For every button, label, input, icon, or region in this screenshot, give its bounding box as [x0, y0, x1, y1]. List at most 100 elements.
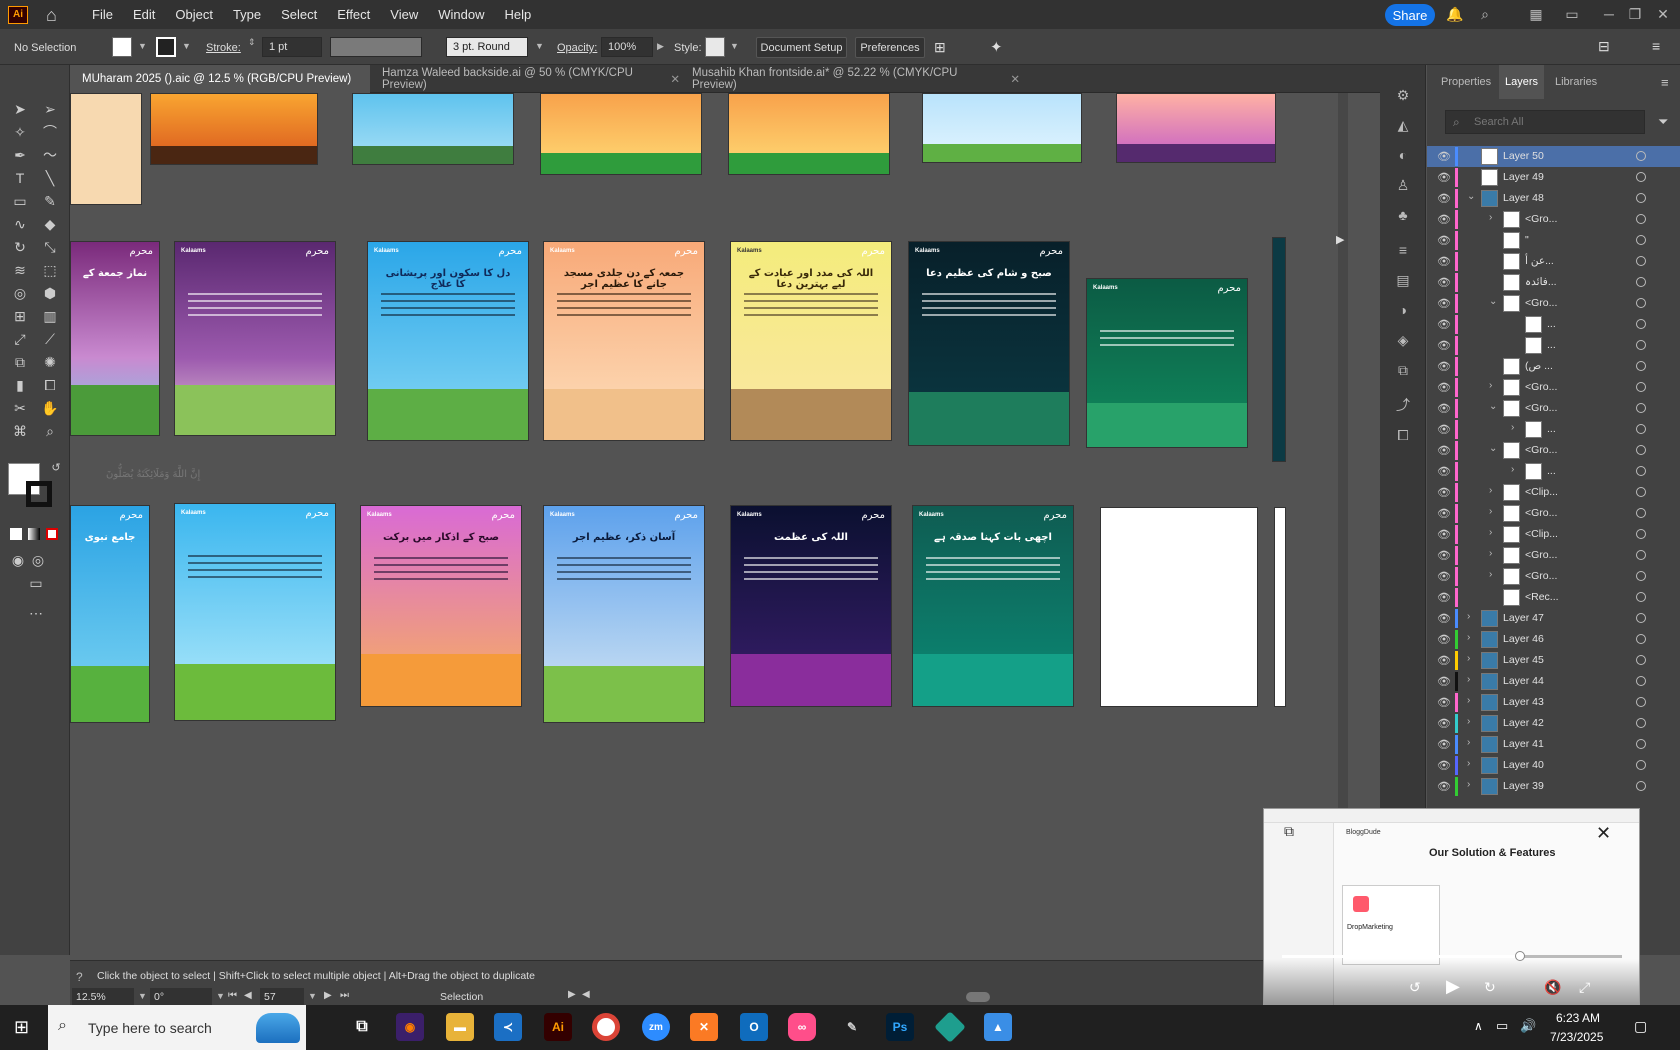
photos-icon[interactable]: ▲: [984, 1013, 1012, 1041]
vscode-icon[interactable]: ≺: [494, 1013, 522, 1041]
menu-file[interactable]: File: [88, 7, 117, 22]
artboard-thumb[interactable]: [1272, 237, 1286, 462]
paintbrush-icon[interactable]: ✎: [40, 191, 60, 211]
home-icon[interactable]: ⌂: [46, 6, 66, 24]
artboard-thumb[interactable]: Kalaams محرم اللہ کی مدد اور عبادت کے لی…: [730, 241, 892, 441]
visibility-eye-icon[interactable]: 👁: [1437, 465, 1451, 478]
layer-row[interactable]: 👁 › Layer 47: [1427, 608, 1680, 629]
layer-row[interactable]: 👁 ": [1427, 230, 1680, 251]
image-trace-icon[interactable]: ◭: [1393, 115, 1413, 135]
tab-properties[interactable]: Properties: [1435, 65, 1497, 99]
play-icon[interactable]: ▶: [1446, 976, 1460, 997]
first-artboard-icon[interactable]: ⏮: [228, 990, 237, 1001]
target-circle-icon[interactable]: [1636, 340, 1646, 350]
chevron-right-icon[interactable]: ›: [1489, 380, 1492, 391]
rotation-field[interactable]: 0°: [150, 988, 212, 1006]
chevron-right-icon[interactable]: ›: [1467, 611, 1470, 622]
next-artboard-icon[interactable]: ▶: [324, 990, 332, 1001]
more-tools-icon[interactable]: ⋯: [26, 603, 46, 623]
layer-row[interactable]: 👁 › <Clip...: [1427, 482, 1680, 503]
chevron-right-icon[interactable]: ›: [1489, 485, 1492, 496]
visibility-eye-icon[interactable]: 👁: [1437, 402, 1451, 415]
artboard-number-field[interactable]: 57: [260, 988, 304, 1006]
artboard-thumb[interactable]: [352, 93, 514, 165]
layer-row[interactable]: 👁 › <Gro...: [1427, 377, 1680, 398]
visibility-eye-icon[interactable]: 👁: [1437, 549, 1451, 562]
tab-layers[interactable]: Layers: [1499, 65, 1545, 99]
visibility-eye-icon[interactable]: 👁: [1437, 591, 1451, 604]
layer-row[interactable]: 👁 فائدہ...: [1427, 272, 1680, 293]
visibility-eye-icon[interactable]: 👁: [1437, 360, 1451, 373]
stroke-color-box[interactable]: [26, 481, 52, 507]
app-diamond-icon[interactable]: [934, 1011, 966, 1043]
target-circle-icon[interactable]: [1636, 697, 1646, 707]
measure-icon[interactable]: ⟋: [40, 329, 60, 349]
target-circle-icon[interactable]: [1636, 571, 1646, 581]
visibility-eye-icon[interactable]: 👁: [1437, 171, 1451, 184]
share-button[interactable]: Share: [1385, 4, 1435, 26]
align-icon[interactable]: ⊞: [934, 39, 946, 56]
visibility-eye-icon[interactable]: 👁: [1437, 234, 1451, 247]
search-icon[interactable]: ⌕: [1476, 6, 1494, 22]
tab-muharam[interactable]: MUharam 2025 ().aic @ 12.5 % (RGB/CPU Pr…: [70, 65, 370, 93]
picture-in-picture-icon[interactable]: ⧉: [1284, 823, 1294, 840]
panel-toggle-icon[interactable]: ⊟: [1598, 38, 1610, 55]
layer-row[interactable]: 👁 Layer 49: [1427, 167, 1680, 188]
horizontal-scrollbar-thumb[interactable]: [966, 992, 990, 1002]
chevron-down-icon[interactable]: ▼: [138, 991, 147, 1001]
width-tool-icon[interactable]: ≋: [10, 260, 30, 280]
artboard-thumb[interactable]: Kalaams محرم: [174, 241, 336, 436]
visibility-eye-icon[interactable]: 👁: [1437, 444, 1451, 457]
zoom-tool-icon[interactable]: ⌕: [40, 421, 60, 441]
pen-app-icon[interactable]: ✎: [838, 1013, 866, 1041]
visibility-eye-icon[interactable]: 👁: [1437, 318, 1451, 331]
layer-row[interactable]: 👁 › <Clip...: [1427, 524, 1680, 545]
taskbar-search-box[interactable]: ⌕ Type here to search: [48, 1005, 306, 1050]
live-paint-icon[interactable]: ⬢: [40, 283, 60, 303]
symbols-icon[interactable]: ♣: [1393, 205, 1413, 225]
visibility-eye-icon[interactable]: 👁: [1437, 654, 1451, 667]
layer-row[interactable]: 👁 › Layer 42: [1427, 713, 1680, 734]
close-icon[interactable]: ✕: [1596, 823, 1611, 844]
gradient-panel-icon[interactable]: ▤: [1393, 270, 1413, 290]
chevron-right-icon[interactable]: ›: [1511, 422, 1514, 433]
visibility-eye-icon[interactable]: 👁: [1437, 528, 1451, 541]
shaper-tool-icon[interactable]: ∿: [10, 214, 30, 234]
eraser-icon[interactable]: ◆: [40, 214, 60, 234]
magic-wand-icon[interactable]: ✧: [10, 122, 30, 142]
curvature-tool-icon[interactable]: 〜: [40, 145, 60, 165]
photoshop-icon[interactable]: Ps: [886, 1013, 914, 1041]
task-view-icon[interactable]: ⧉: [348, 1013, 376, 1041]
line-tool-icon[interactable]: ╲: [40, 168, 60, 188]
layer-row[interactable]: 👁 ⌄ <Gro...: [1427, 293, 1680, 314]
target-circle-icon[interactable]: [1636, 634, 1646, 644]
artboard-thumb[interactable]: [1116, 93, 1276, 163]
stroke-swatch[interactable]: [156, 37, 176, 57]
stepper-icon[interactable]: ⇕: [248, 37, 256, 48]
chevron-right-icon[interactable]: ›: [1467, 674, 1470, 685]
layer-row[interactable]: 👁 ⌄ Layer 48: [1427, 188, 1680, 209]
layer-row[interactable]: 👁 › Layer 43: [1427, 692, 1680, 713]
free-transform-icon[interactable]: ⬚: [40, 260, 60, 280]
blend-tool-icon[interactable]: ⧉: [10, 352, 30, 372]
mesh-tool-icon[interactable]: ⊞: [10, 306, 30, 326]
menu-select[interactable]: Select: [277, 7, 321, 22]
file-explorer-icon[interactable]: ▬: [446, 1013, 474, 1041]
visibility-eye-icon[interactable]: 👁: [1437, 150, 1451, 163]
creative-cloud-icon[interactable]: ∞: [788, 1013, 816, 1041]
chevron-down-icon[interactable]: ▼: [535, 41, 544, 51]
chevron-right-icon[interactable]: ›: [1467, 716, 1470, 727]
visibility-eye-icon[interactable]: 👁: [1437, 759, 1451, 772]
layers-search-input[interactable]: Search All: [1445, 110, 1645, 134]
layer-row[interactable]: 👁 › Layer 45: [1427, 650, 1680, 671]
draw-mode-icon[interactable]: ◉: [8, 550, 28, 570]
stroke-weight-field[interactable]: 1 pt: [262, 37, 322, 57]
menu-type[interactable]: Type: [229, 7, 265, 22]
chevron-right-icon[interactable]: ▶: [657, 41, 664, 52]
export-icon[interactable]: ⤴: [1393, 395, 1413, 415]
layer-row[interactable]: 👁 ›...: [1427, 419, 1680, 440]
visibility-eye-icon[interactable]: 👁: [1437, 633, 1451, 646]
puppet-icon[interactable]: ♙: [1393, 175, 1413, 195]
layer-row[interactable]: 👁 › Layer 41: [1427, 734, 1680, 755]
menu-icon[interactable]: ≡: [1652, 38, 1660, 54]
